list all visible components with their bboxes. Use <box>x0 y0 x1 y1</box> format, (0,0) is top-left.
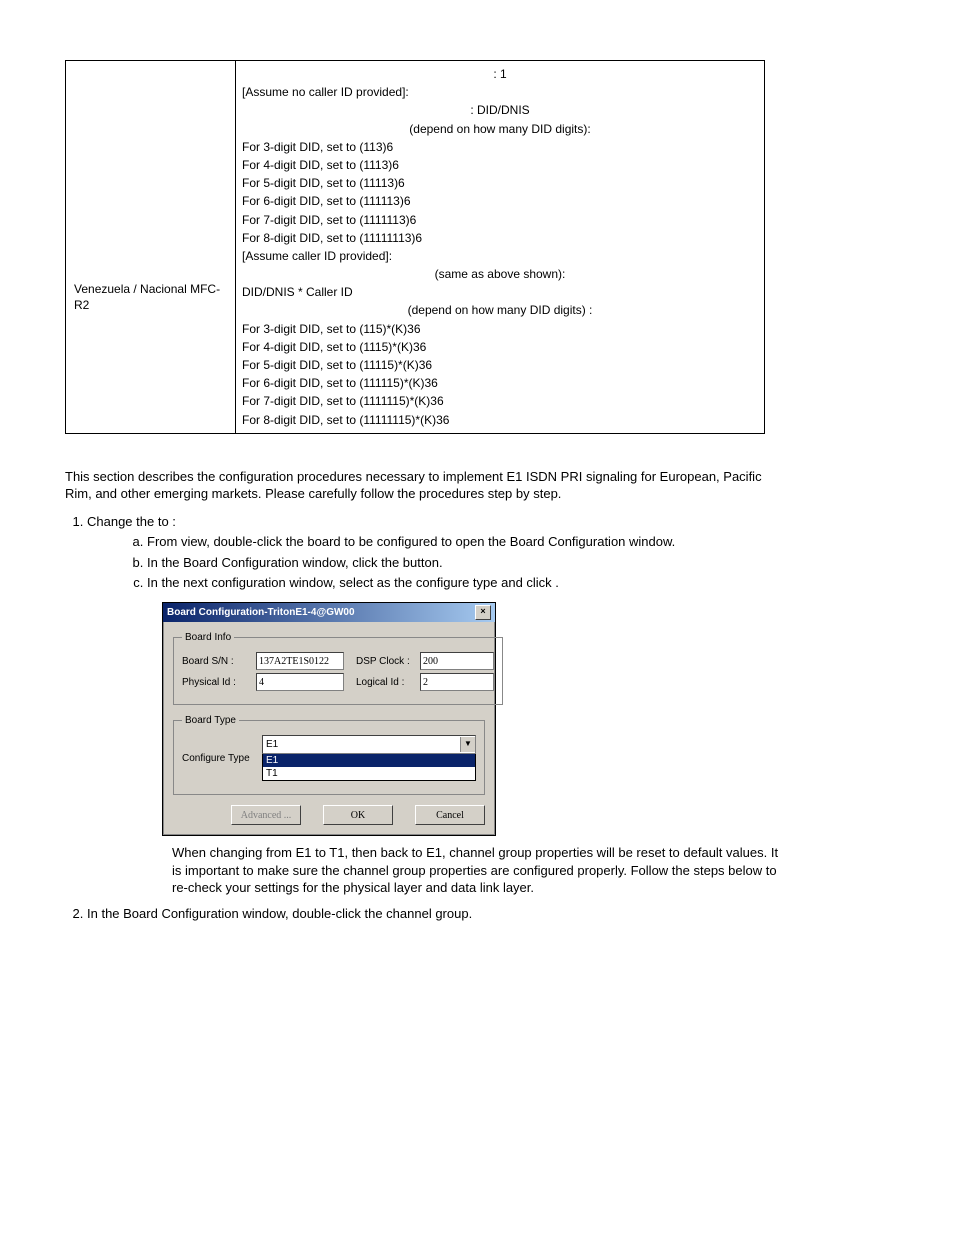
table-line: For 6-digit DID, set to (111115)*(K)36 <box>242 374 758 392</box>
config-table: Venezuela / Nacional MFC-R2 : 1[Assume n… <box>65 60 765 434</box>
step-1c: In the next configuration window, select… <box>147 574 790 592</box>
dialog-title: Board Configuration-TritonE1-4@GW00 <box>167 607 355 618</box>
table-line: For 4-digit DID, set to (1115)*(K)36 <box>242 338 758 356</box>
table-line: (same as above shown): <box>242 265 758 283</box>
table-line: For 7-digit DID, set to (1111115)*(K)36 <box>242 392 758 410</box>
table-line: For 6-digit DID, set to (111113)6 <box>242 192 758 210</box>
table-line: : DID/DNIS <box>242 101 758 119</box>
table-line: For 7-digit DID, set to (1111113)6 <box>242 211 758 229</box>
step-1b: In the Board Configuration window, click… <box>147 554 790 572</box>
label-physical-id: Physical Id : <box>182 677 256 688</box>
input-physical-id[interactable] <box>256 673 344 691</box>
chevron-down-icon[interactable]: ▼ <box>460 737 475 752</box>
option-t1[interactable]: T1 <box>263 767 475 780</box>
step-1: Change the to : From view, double-click … <box>87 513 790 897</box>
table-line: (depend on how many DID digits): <box>242 120 758 138</box>
table-left-cell: Venezuela / Nacional MFC-R2 <box>66 61 236 434</box>
step-1a: From view, double-click the board to be … <box>147 533 790 551</box>
close-icon[interactable]: × <box>475 605 491 620</box>
label-configure-type: Configure Type <box>182 753 262 764</box>
input-board-sn[interactable] <box>256 652 344 670</box>
select-value: E1 <box>263 738 460 751</box>
table-line: [Assume caller ID provided]: <box>242 247 758 265</box>
board-type-group: Board Type Configure Type E1 ▼ E1 <box>173 715 485 795</box>
table-line: For 4-digit DID, set to (1113)6 <box>242 156 758 174</box>
board-config-dialog: Board Configuration-TritonE1-4@GW00 × Bo… <box>162 602 496 836</box>
board-info-group: Board Info Board S/N : DSP Clock : Physi… <box>173 632 503 705</box>
table-line: For 5-digit DID, set to (11115)*(K)36 <box>242 356 758 374</box>
label-logical-id: Logical Id : <box>356 677 420 688</box>
table-line: For 8-digit DID, set to (11111115)*(K)36 <box>242 411 758 429</box>
intro-paragraph: This section describes the configuration… <box>65 468 790 503</box>
table-line: For 3-digit DID, set to (113)6 <box>242 138 758 156</box>
input-dsp-clock[interactable] <box>420 652 494 670</box>
dialog-titlebar: Board Configuration-TritonE1-4@GW00 × <box>163 603 495 622</box>
option-e1[interactable]: E1 <box>263 754 475 767</box>
table-line: DID/DNIS * Caller ID <box>242 283 758 301</box>
table-line: [Assume no caller ID provided]: <box>242 83 758 101</box>
table-line: For 3-digit DID, set to (115)*(K)36 <box>242 320 758 338</box>
cancel-button[interactable]: Cancel <box>415 805 485 825</box>
table-line: (depend on how many DID digits) : <box>242 301 758 319</box>
configure-type-select[interactable]: E1 ▼ <box>262 735 476 754</box>
ok-button[interactable]: OK <box>323 805 393 825</box>
label-dsp-clock: DSP Clock : <box>356 656 420 667</box>
input-logical-id[interactable] <box>420 673 494 691</box>
advanced-button: Advanced ... <box>231 805 301 825</box>
step-2: In the Board Configuration window, doubl… <box>87 905 790 923</box>
step-1-text: Change the to : <box>87 514 176 529</box>
step-1-note: When changing from E1 to T1, then back t… <box>172 844 790 897</box>
configure-type-listbox[interactable]: E1 T1 <box>262 754 476 781</box>
table-line: For 8-digit DID, set to (11111113)6 <box>242 229 758 247</box>
table-line: For 5-digit DID, set to (11113)6 <box>242 174 758 192</box>
board-info-legend: Board Info <box>182 632 234 643</box>
table-right-cell: : 1[Assume no caller ID provided]:: DID/… <box>236 61 765 434</box>
board-type-legend: Board Type <box>182 715 239 726</box>
label-board-sn: Board S/N : <box>182 656 256 667</box>
table-line: : 1 <box>242 65 758 83</box>
